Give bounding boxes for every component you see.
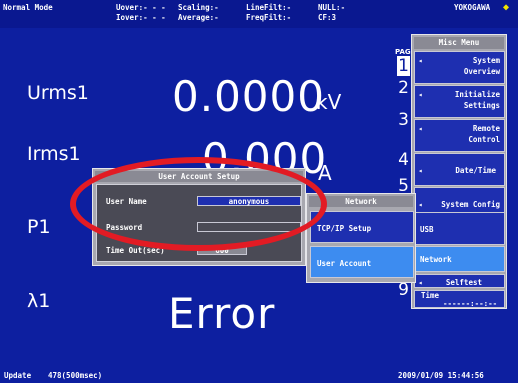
menu-item-usb[interactable]: USB — [414, 212, 505, 245]
p1-label: P1 — [27, 216, 51, 238]
page-number-2[interactable]: 2 — [397, 78, 410, 98]
averaging-indicator: Average:- — [178, 13, 219, 22]
irms1-unit: A — [318, 161, 332, 185]
misc-menu: Misc Menu ◂ System Overview ◂ Initialize… — [411, 34, 507, 309]
urms1-unit: kV — [316, 90, 342, 114]
time-label: Time — [421, 291, 440, 300]
crest-factor-indicator: CF:3 — [318, 13, 337, 22]
frequency-filter-indicator: FreqFilt:- — [246, 13, 292, 22]
current-overrange: Iover:- - - — [116, 13, 166, 22]
user-account-button[interactable]: User Account — [310, 246, 414, 278]
menu-item-system-overview[interactable]: ◂ System Overview — [414, 51, 505, 84]
menu-item-network[interactable]: Network — [414, 246, 505, 272]
lambda1-value: Error — [168, 289, 276, 338]
left-arrow-icon: ◂ — [418, 166, 423, 175]
footer-status: Update 478(500msec) 2009/01/09 15:44:56 — [0, 369, 518, 383]
menu-item-remote-control[interactable]: ◂ Remote Control — [414, 119, 505, 152]
urms1-value: 0.0000 — [172, 72, 325, 121]
diamond-icon: ◆ — [503, 2, 510, 13]
left-arrow-icon: ◂ — [418, 124, 423, 133]
update-label: Update — [4, 371, 32, 380]
null-indicator: NULL:- — [318, 3, 346, 12]
page-number-3[interactable]: 3 — [397, 110, 410, 130]
menu-item-date-time[interactable]: ◂ Date/Time — [414, 153, 505, 186]
left-arrow-icon: ◂ — [418, 56, 423, 65]
left-arrow-icon: ◂ — [418, 90, 423, 99]
line-filter-indicator: LineFilt:- — [246, 3, 292, 12]
voltage-overrange: Uover:- - - — [116, 3, 166, 12]
page-number-4[interactable]: 4 — [397, 150, 410, 170]
urms1-label: Urms1 — [27, 82, 89, 104]
tcpip-setup-button[interactable]: TCP/IP Setup — [310, 211, 414, 243]
vendor-logo: YOKOGAWA — [454, 3, 491, 12]
update-count: 478(500msec) — [48, 371, 103, 380]
datetime-readout: 2009/01/09 15:44:56 — [398, 371, 484, 380]
time-display: Time ------:--:-- — [414, 290, 505, 308]
lambda1-label: λ1 — [27, 290, 51, 312]
menu-item-initialize-settings[interactable]: ◂ Initialize Settings — [414, 85, 505, 118]
irms1-label: Irms1 — [27, 143, 81, 165]
scaling-indicator: Scaling:- — [178, 3, 219, 12]
mode-indicator: Normal Mode — [3, 3, 53, 12]
highlight-ellipse — [70, 157, 327, 251]
page-label: PAG — [395, 48, 411, 56]
left-arrow-icon: ◂ — [418, 278, 423, 287]
time-value: ------:--:-- — [443, 299, 498, 308]
misc-menu-title: Misc Menu — [414, 37, 504, 49]
instrument-screen: { "status": { "mode": "Normal Mode", "uo… — [0, 0, 518, 383]
status-bar: Normal Mode Uover:- - - Iover:- - - Scal… — [0, 0, 518, 28]
page-number-9[interactable]: 9 — [397, 280, 410, 300]
page-number-1[interactable]: 1 — [397, 56, 410, 76]
menu-item-selftest[interactable]: ◂ Selftest — [414, 274, 505, 288]
left-arrow-icon: ◂ — [418, 200, 423, 209]
